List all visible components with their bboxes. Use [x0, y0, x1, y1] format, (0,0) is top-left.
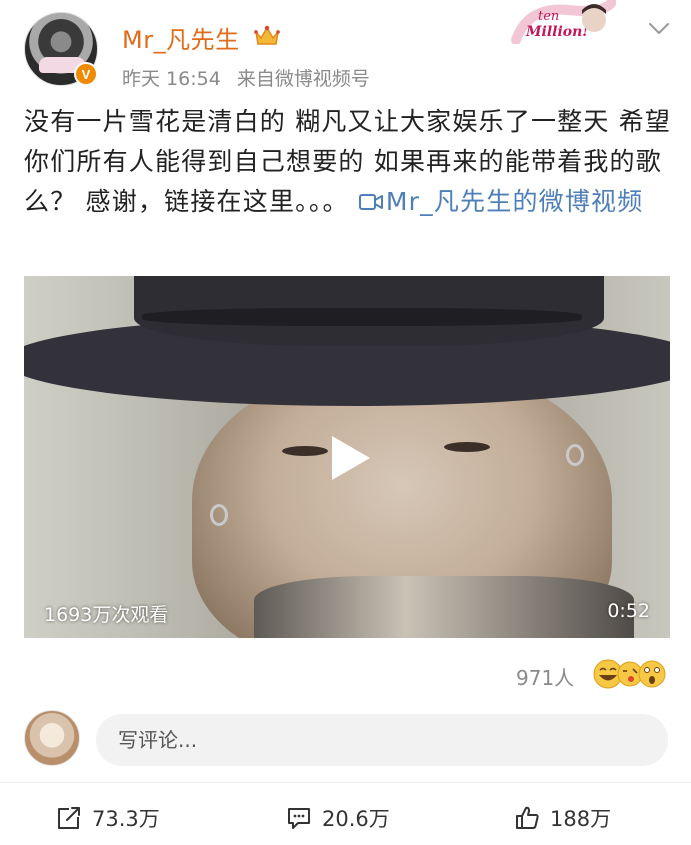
surprised-emoji-icon	[638, 660, 666, 688]
video-player[interactable]: 1693万次观看 0:52	[24, 276, 670, 638]
chevron-down-icon[interactable]	[648, 22, 670, 36]
comment-input[interactable]	[96, 714, 668, 766]
verified-v-icon: V	[74, 62, 98, 86]
divider	[0, 782, 691, 783]
play-icon[interactable]	[326, 432, 374, 484]
like-button[interactable]: 188万	[514, 800, 611, 836]
badge-text-1: ten	[538, 9, 559, 24]
reaction-emoji-icons[interactable]	[592, 658, 672, 690]
post-source[interactable]: 来自微博视频号	[237, 68, 370, 90]
thumbs-up-icon	[516, 806, 539, 829]
comment-icon	[288, 808, 310, 829]
crown-icon	[254, 25, 280, 45]
video-link[interactable]: Mr_凡先生的微博视频	[358, 187, 644, 216]
tongue-emoji-icon	[617, 661, 643, 687]
reaction-count[interactable]: 971人	[516, 662, 574, 691]
post-body: 没有一片雪花是清白的 糊凡又让大家娱乐了一整天 希望你们所有人能得到自己想要的 …	[24, 102, 674, 222]
video-eye-left	[282, 446, 328, 456]
comment-count: 20.6万	[322, 807, 390, 831]
video-earring-left	[210, 504, 228, 526]
video-camera-icon	[358, 194, 383, 210]
video-eye-right	[444, 442, 490, 452]
video-view-count: 1693万次观看	[44, 604, 169, 626]
video-collar	[254, 576, 634, 638]
current-user-avatar[interactable]	[24, 710, 80, 766]
like-count: 188万	[550, 807, 612, 831]
video-earring-right	[566, 444, 584, 466]
ten-million-badge: ten Million!	[511, 0, 616, 44]
comment-button[interactable]: 20.6万	[286, 800, 390, 836]
video-hat-band	[142, 308, 582, 326]
video-link-text: Mr_凡先生的微博视频	[385, 187, 644, 216]
badge-text-2: Million!	[525, 24, 588, 40]
repost-icon	[58, 807, 80, 829]
post-meta: 昨天 16:54 来自微博视频号	[122, 64, 370, 91]
repost-button[interactable]: 73.3万	[56, 800, 160, 836]
post-time: 昨天 16:54	[122, 68, 221, 90]
video-duration: 0:52	[607, 600, 650, 622]
repost-count: 73.3万	[92, 807, 160, 831]
author-username[interactable]: Mr_凡先生	[122, 20, 240, 55]
